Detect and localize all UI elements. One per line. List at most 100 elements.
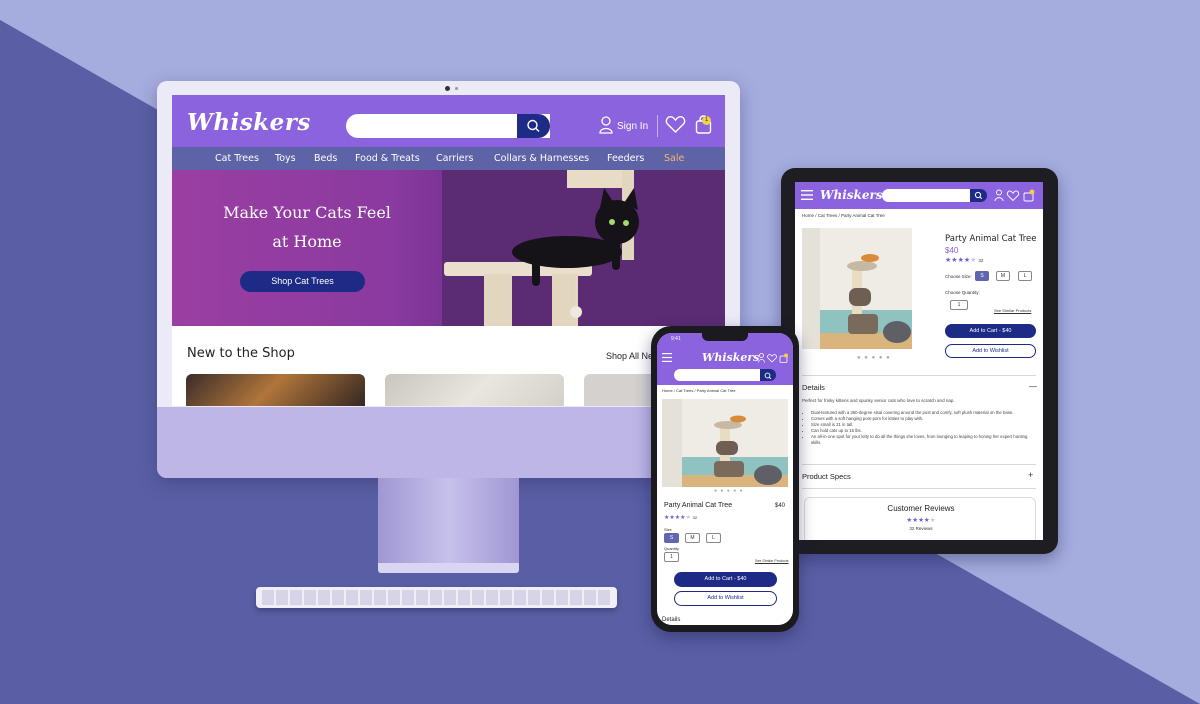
search-icon	[764, 372, 772, 380]
product-price: $40	[775, 503, 786, 509]
product-photo	[802, 228, 912, 349]
product-photo	[662, 399, 788, 487]
sign-in-link[interactable]: Sign In	[617, 121, 648, 132]
quantity-label: Choose Quantity:	[945, 290, 980, 295]
logo[interactable]: Whiskers	[820, 188, 883, 202]
carousel-dots[interactable]: ● ● ● ● ●	[857, 355, 891, 361]
search-icon	[974, 191, 983, 200]
divider	[802, 375, 1036, 376]
camera-sensor	[455, 87, 458, 90]
details-intro: Perfect for frisky kittens and spunky se…	[802, 398, 955, 403]
size-option-l[interactable]: L	[706, 533, 721, 543]
rating-stars: ★★★★★ 32	[945, 256, 983, 264]
status-time: 9:41	[671, 336, 681, 342]
rating-stars: ★★★★★ 32	[664, 514, 697, 521]
reviews-stars: ★★★★★	[805, 516, 1037, 524]
add-to-wishlist-button[interactable]: Add to Wishlist	[945, 344, 1036, 358]
tablet-header: Whiskers	[795, 182, 1043, 209]
search-input[interactable]	[674, 369, 760, 381]
rating-stars-glyphs: ★★★★★	[664, 515, 691, 521]
quantity-select[interactable]: 1	[950, 300, 968, 310]
product-specs-heading[interactable]: Product Specs	[802, 472, 851, 481]
nav-item-cat-trees[interactable]: Cat Trees	[215, 153, 259, 164]
star-icon: ★	[685, 515, 691, 521]
expand-icon[interactable]: +	[1028, 470, 1033, 480]
product-card[interactable]	[186, 374, 365, 406]
size-option-s[interactable]: S	[975, 271, 989, 281]
nav-item-carriers[interactable]: Carriers	[436, 153, 473, 164]
reviews-title: Customer Reviews	[887, 504, 955, 513]
quantity-label: Quantity	[664, 546, 679, 551]
desktop-header: Whiskers Sign In 1	[172, 95, 725, 147]
nav-item-feeders[interactable]: Feeders	[607, 153, 644, 164]
user-icon[interactable]	[599, 116, 613, 134]
logo[interactable]: Whiskers	[187, 109, 311, 136]
details-list: Dual-textured with a 360-degree sisal co…	[805, 410, 1036, 446]
logo[interactable]: Whiskers	[702, 351, 759, 364]
hero-headline-line2: at Home	[272, 232, 342, 251]
section-title: New to the Shop	[187, 346, 295, 361]
product-price: $40	[945, 246, 959, 255]
breadcrumb[interactable]: Home / Cat Trees / Party Animal Cat Tree	[802, 213, 885, 218]
search-button[interactable]	[517, 114, 550, 138]
list-item: An all-in-one spot for your kitty to do …	[811, 434, 1036, 446]
hero-headline-line1: Make Your Cats Feel	[223, 203, 391, 222]
rating-count: 32	[692, 515, 698, 520]
add-to-wishlist-button[interactable]: Add to Wishlist	[674, 591, 777, 606]
header-icons[interactable]	[758, 353, 788, 363]
header-divider	[657, 115, 658, 137]
add-to-cart-button[interactable]: Add to Cart - $40	[945, 324, 1036, 338]
hero-headline: Make Your Cats Feel at Home	[212, 198, 402, 256]
cart-count-badge: 1	[702, 116, 711, 125]
nav-item-food-treats[interactable]: Food & Treats	[355, 153, 420, 164]
nav-item-beds[interactable]: Beds	[314, 153, 337, 164]
search-button[interactable]	[970, 189, 987, 202]
nav-item-sale[interactable]: Sale	[664, 153, 684, 164]
shop-cat-trees-button[interactable]: Shop Cat Trees	[240, 271, 365, 292]
monitor-stand	[378, 478, 519, 568]
search-input[interactable]	[882, 189, 970, 202]
phone-screen: 9:41 Whiskers Home / Cat Trees / Party A…	[657, 333, 793, 625]
size-label: Size	[664, 527, 672, 532]
size-option-s[interactable]: S	[664, 533, 679, 543]
reviews-count: 32 Reviews	[909, 526, 933, 531]
header-icons[interactable]	[994, 189, 1036, 202]
star-icon: ★	[970, 257, 977, 264]
size-option-l[interactable]: L	[1018, 271, 1032, 281]
breadcrumb[interactable]: Home / Cat Trees / Party Animal Cat Tree	[662, 388, 736, 393]
nav-item-collars-harnesses[interactable]: Collars & Harnesses	[494, 153, 589, 164]
menu-icon[interactable]	[662, 353, 672, 362]
camera-dot	[445, 86, 450, 91]
size-option-m[interactable]: M	[685, 533, 700, 543]
product-title: Party Animal Cat Tree	[945, 234, 1037, 244]
desktop-screen: Whiskers Sign In 1 Cat Trees Toys Beds F…	[172, 95, 725, 406]
star-icon: ★	[929, 517, 936, 524]
details-heading[interactable]: Details	[662, 617, 680, 623]
product-title: Party Animal Cat Tree	[664, 502, 733, 509]
menu-icon[interactable]	[801, 190, 813, 200]
product-card[interactable]	[385, 374, 564, 406]
tablet-screen: Whiskers Home / Cat Trees / Party Animal…	[795, 182, 1043, 540]
keyboard	[256, 587, 617, 608]
collapse-icon[interactable]: —	[1029, 382, 1037, 391]
heart-icon[interactable]	[665, 115, 686, 134]
see-similar-link[interactable]: See Similar Products	[994, 308, 1031, 313]
search-icon	[527, 119, 540, 132]
search-button[interactable]	[760, 369, 776, 381]
quantity-select[interactable]: 1	[664, 552, 679, 562]
see-similar-link[interactable]: See Similar Products	[755, 559, 789, 563]
phone-notch	[702, 333, 748, 341]
divider	[802, 464, 1036, 465]
phone-header: Whiskers	[657, 345, 793, 385]
size-label: Choose Size:	[945, 274, 972, 279]
monitor-foot	[378, 563, 519, 573]
nav-item-toys[interactable]: Toys	[275, 153, 296, 164]
size-option-m[interactable]: M	[996, 271, 1010, 281]
category-nav: Cat Trees Toys Beds Food & Treats Carrie…	[172, 147, 725, 170]
divider	[802, 488, 1036, 489]
rating-stars-glyphs: ★★★★★	[945, 257, 976, 264]
add-to-cart-button[interactable]: Add to Cart - $40	[674, 572, 777, 587]
carousel-dots[interactable]: ● ● ● ● ●	[714, 488, 744, 494]
details-heading[interactable]: Details	[802, 383, 825, 392]
rating-count: 32	[978, 258, 984, 263]
